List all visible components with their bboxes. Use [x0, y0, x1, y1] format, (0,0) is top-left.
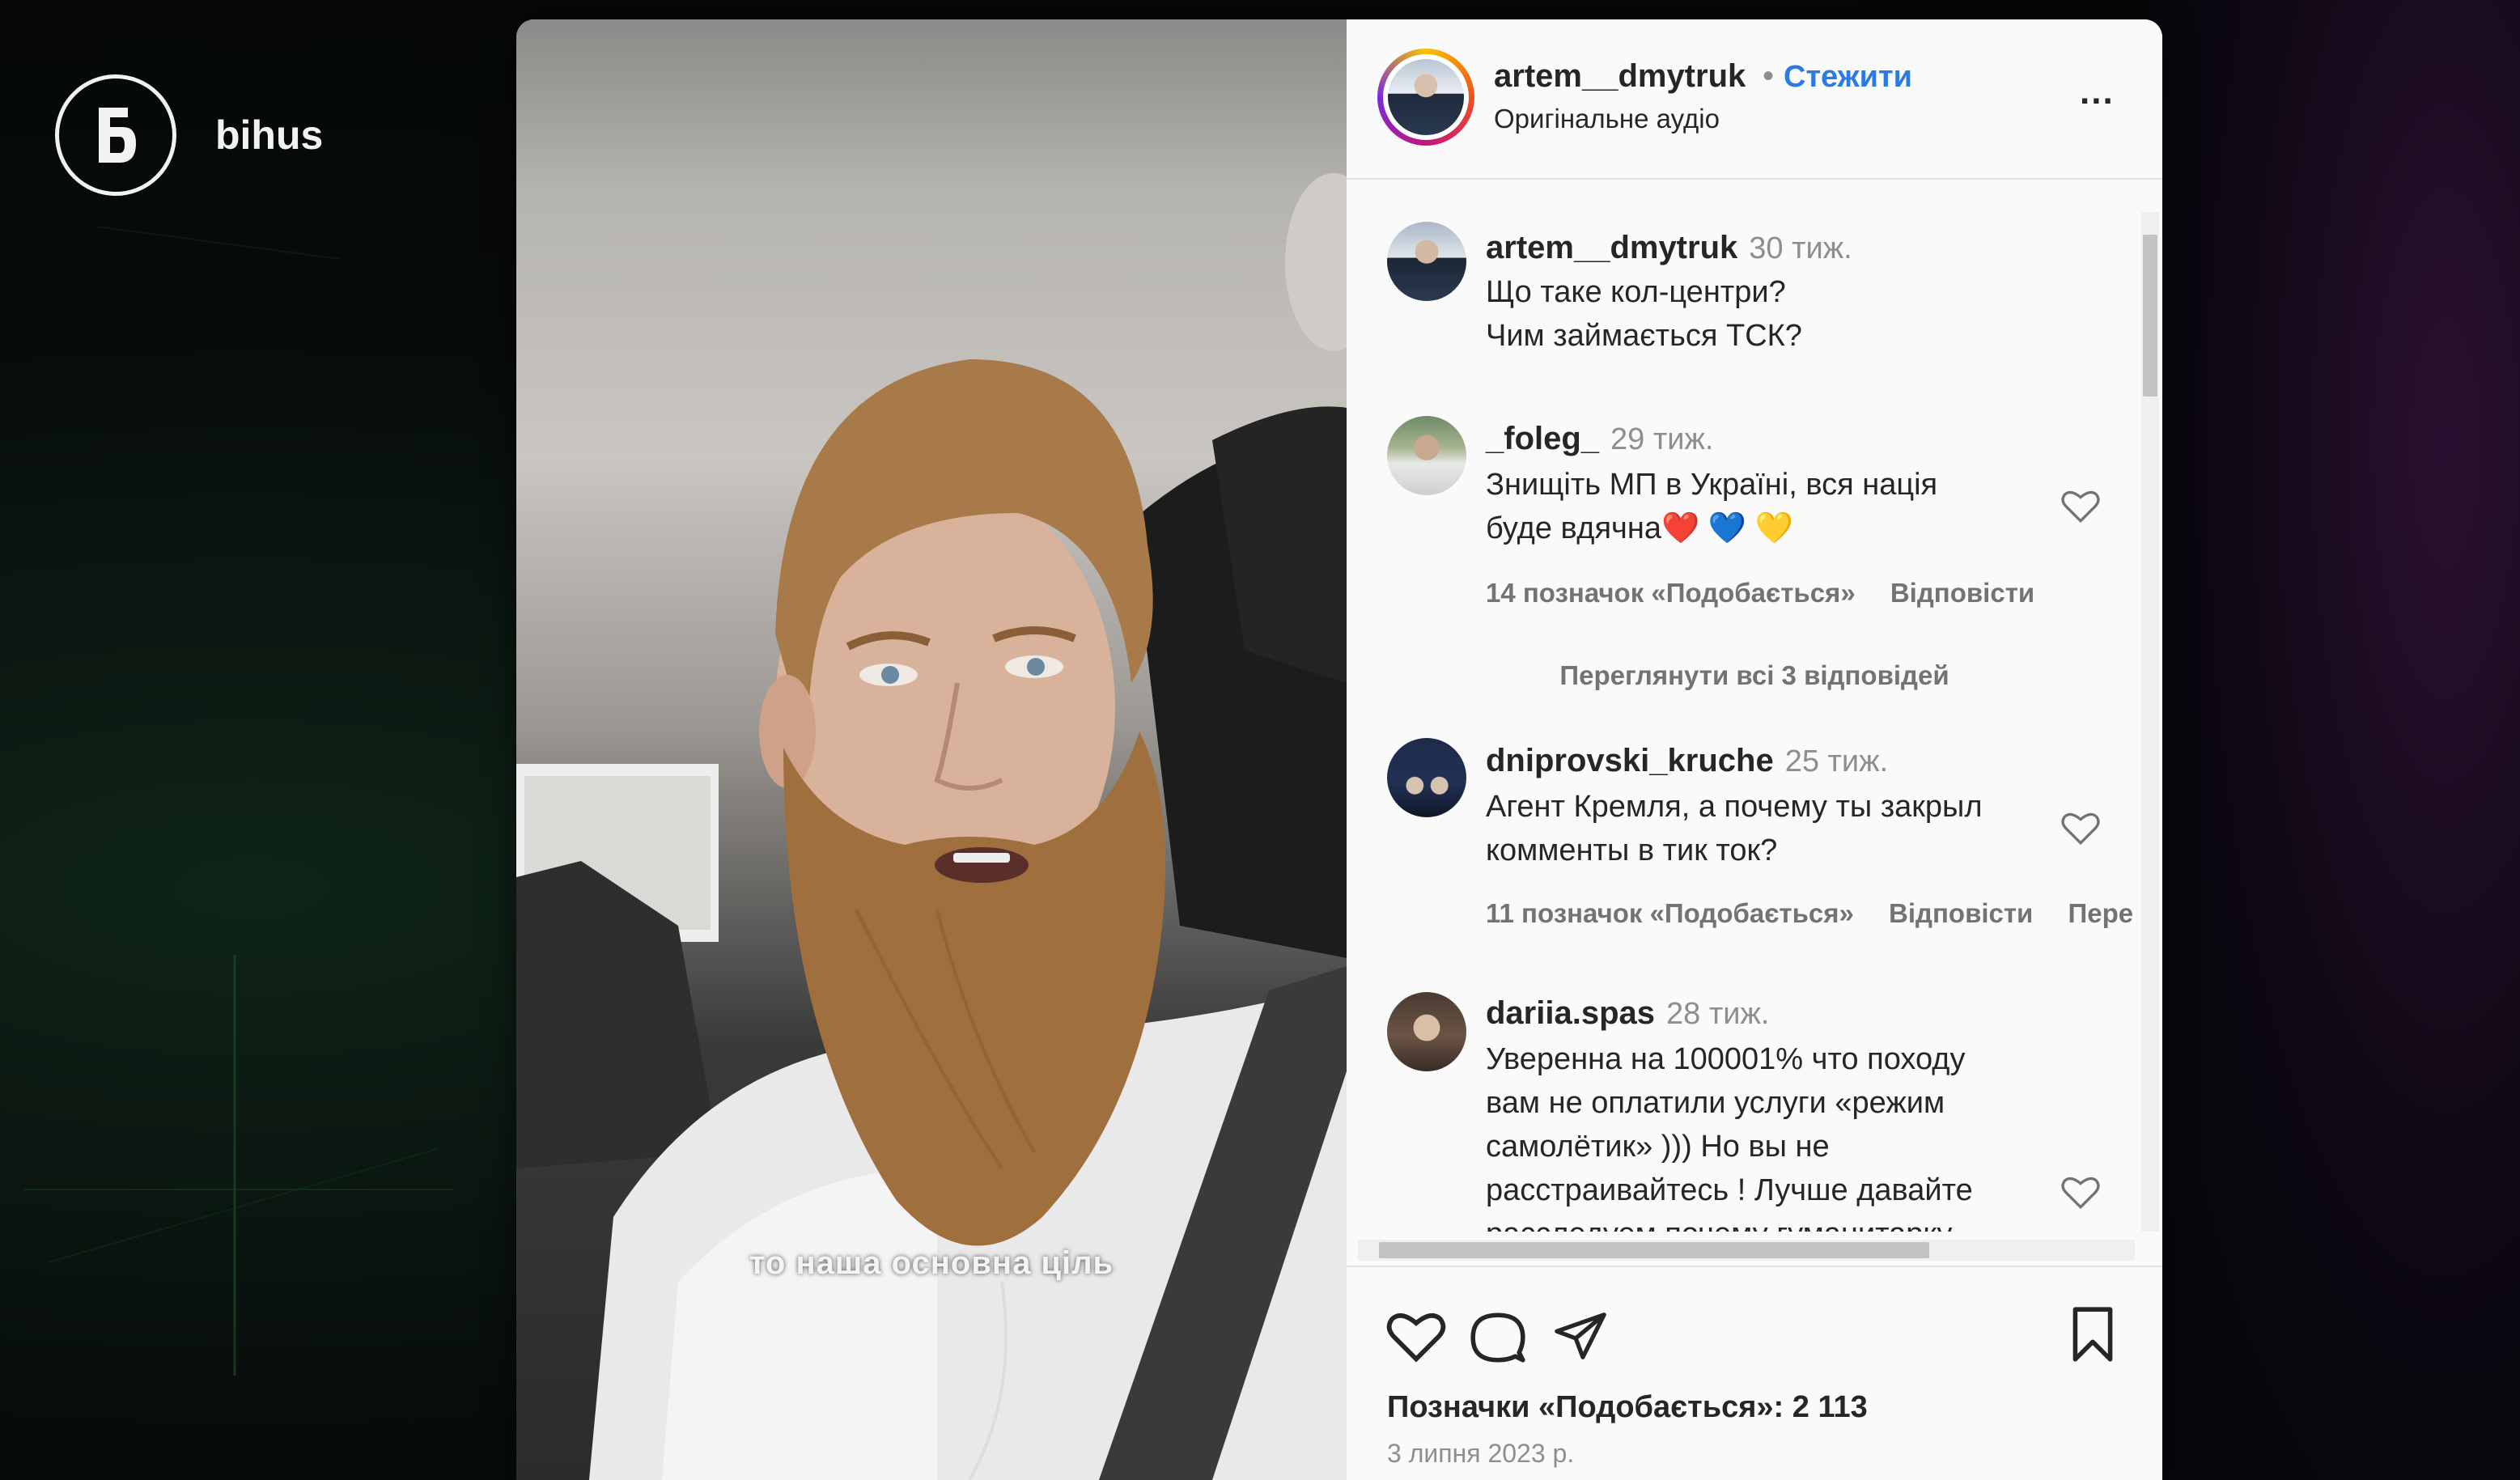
post-side-panel: artem__dmytruk • Стежити Оригінальне ауд…	[1347, 19, 2162, 1480]
translate-button[interactable]: Пере	[2068, 898, 2134, 928]
comment-username[interactable]: artem__dmytruk 30 тиж.	[1486, 230, 1852, 266]
comment-avatar[interactable]	[1387, 738, 1466, 817]
brand: bihus	[55, 74, 323, 196]
reply-button[interactable]: Відповісти	[1889, 898, 2033, 928]
comment-time: 30 тиж.	[1749, 231, 1852, 265]
bihus-logo-icon	[55, 74, 176, 196]
comment-avatar[interactable]	[1387, 416, 1466, 495]
comment-username[interactable]: dniprovski_kruche 25 тиж.	[1486, 743, 1888, 779]
comment-bubble-icon[interactable]	[1468, 1308, 1528, 1372]
comment-avatar[interactable]	[1387, 992, 1466, 1071]
comments-vertical-scrollbar[interactable]	[2141, 212, 2159, 1232]
comment-username[interactable]: _foleg_ 29 тиж.	[1486, 421, 1713, 457]
post-date: 3 липня 2023 р.	[1387, 1439, 1575, 1468]
share-send-icon[interactable]	[1551, 1308, 1610, 1368]
comment-likes-count[interactable]: 11 позначок «Подобається»	[1486, 898, 1854, 928]
comment-text: Уверенна на 100001% что походу вам не оп…	[1486, 1042, 1973, 1232]
instagram-post: то наша основна ціль artem__dmytruk • Ст…	[516, 19, 2162, 1480]
post-header: artem__dmytruk • Стежити Оригінальне ауд…	[1347, 19, 2162, 180]
comment-avatar[interactable]	[1387, 222, 1466, 301]
comments-horizontal-scrollbar[interactable]	[1358, 1240, 2135, 1261]
author-avatar[interactable]	[1377, 49, 1474, 146]
save-bookmark-icon[interactable]	[2067, 1304, 2119, 1368]
original-audio-link[interactable]: Оригінальне аудіо	[1494, 104, 1720, 134]
comment-time: 25 тиж.	[1784, 744, 1889, 778]
comment-text: Агент Кремля, а почему ты закрыл коммент…	[1486, 790, 1983, 867]
reply-button[interactable]: Відповісти	[1890, 578, 2034, 608]
background-grid-lines	[24, 226, 453, 1376]
comments-list: artem__dmytruk 30 тиж. Що таке кол-центри…	[1347, 180, 2162, 1232]
comment-time: 28 тиж.	[1666, 997, 1770, 1031]
comment-like-heart-icon[interactable]	[2060, 487, 2101, 528]
background-right-glow	[2148, 0, 2520, 1480]
brand-name: bihus	[215, 112, 324, 158]
post-likes-count[interactable]: Позначки «Подобається»: 2 113	[1387, 1390, 1868, 1425]
comment-meta: 11 позначок «Подобається» Відповісти Пер…	[1486, 898, 2161, 929]
header-separator: •	[1763, 58, 1775, 94]
like-heart-icon[interactable]	[1385, 1308, 1447, 1368]
comment-like-heart-icon[interactable]	[2060, 809, 2101, 850]
comment-text: Знищіть МП в Україні, вся нація буде вдя…	[1486, 468, 1938, 545]
view-replies-button[interactable]: Переглянути всі 3 відповідей	[1347, 660, 2162, 691]
video-player[interactable]: то наша основна ціль	[516, 19, 1347, 1480]
comment-like-heart-icon[interactable]	[2060, 1173, 2101, 1215]
more-options-icon[interactable]: ...	[2080, 74, 2115, 110]
comment-meta: 14 позначок «Подобається» Відповісти	[1486, 578, 2062, 609]
follow-button[interactable]: Стежити	[1784, 60, 1912, 95]
comment-likes-count[interactable]: 14 позначок «Подобається»	[1486, 578, 1856, 608]
post-actions: Позначки «Подобається»: 2 113 3 липня 20…	[1347, 1266, 2162, 1480]
comment-time: 29 тиж.	[1610, 422, 1714, 456]
comment-username[interactable]: dariia.spas 28 тиж.	[1486, 995, 1769, 1032]
comment-text: Що таке кол-центри? Чим займається ТСК?	[1486, 275, 1802, 353]
author-username[interactable]: artem__dmytruk	[1494, 58, 1746, 95]
video-subtitle: то наша основна ціль	[749, 1245, 1114, 1281]
